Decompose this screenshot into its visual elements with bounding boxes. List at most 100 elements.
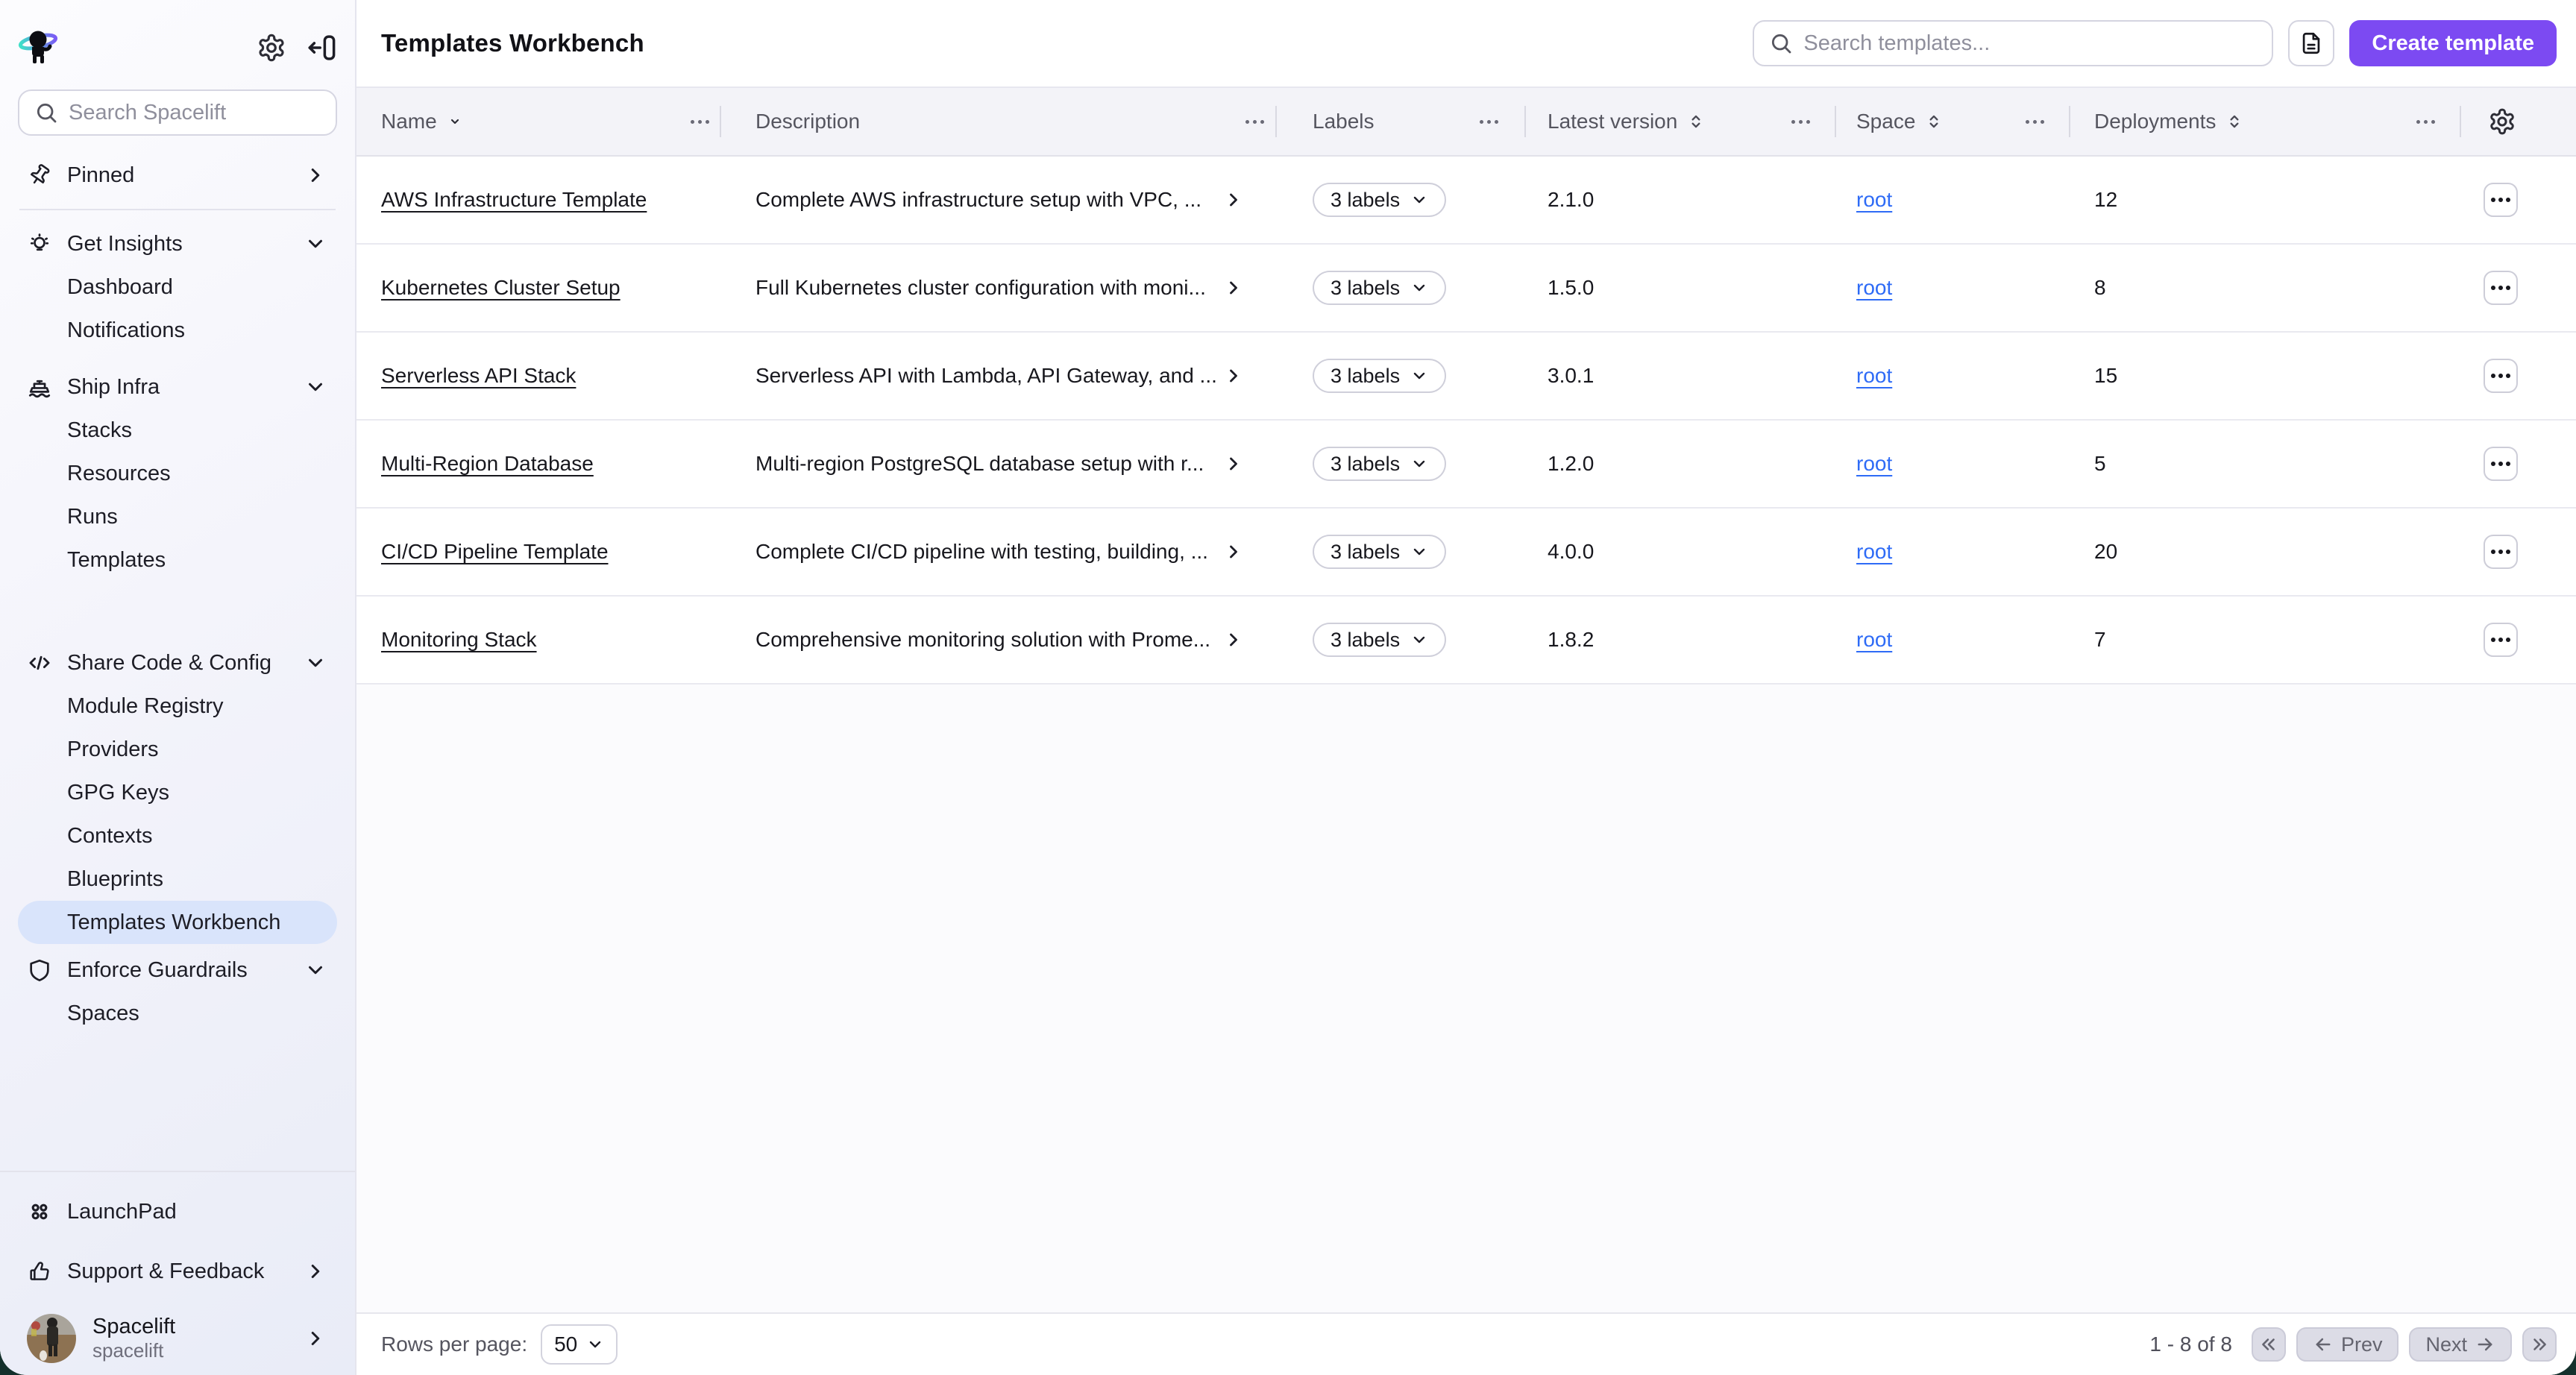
sidebar-section-share-code-config[interactable]: Share Code & Config <box>18 641 337 685</box>
labels-dropdown[interactable]: 3 labels <box>1313 359 1446 393</box>
sidebar-item-module-registry[interactable]: Module Registry <box>18 685 337 728</box>
deployments-count: 8 <box>2094 276 2106 300</box>
deployments-column-menu-icon[interactable] <box>2409 107 2442 136</box>
space-link[interactable]: root <box>1856 540 1892 564</box>
column-divider[interactable] <box>1524 106 1526 137</box>
page-header: Templates Workbench <box>356 0 2576 88</box>
sidebar-section-label: Share Code & Config <box>67 651 271 676</box>
description-column-menu-icon[interactable] <box>1238 107 1271 136</box>
sidebar-item-label: Notifications <box>67 318 185 343</box>
sidebar-item-templates[interactable]: Templates <box>18 538 337 582</box>
row-actions-menu-icon[interactable] <box>2484 271 2518 305</box>
table-empty-area <box>356 685 2576 1312</box>
labels-dropdown[interactable]: 3 labels <box>1313 535 1446 569</box>
pagination-bar: Rows per page: 50 1 - 8 of 8 Prev Next <box>356 1312 2576 1375</box>
collapse-sidebar-icon[interactable] <box>306 32 337 63</box>
sidebar-item-blueprints[interactable]: Blueprints <box>18 858 337 901</box>
sidebar-section-ship-infra[interactable]: Ship Infra <box>18 365 337 409</box>
column-header-labels: Labels <box>1313 88 1375 155</box>
sidebar-item-label: Templates <box>67 548 166 573</box>
row-actions-menu-icon[interactable] <box>2484 623 2518 657</box>
table-row: Multi-Region Database Multi-region Postg… <box>356 421 2576 509</box>
sidebar-item-label: GPG Keys <box>67 781 169 805</box>
next-page-button[interactable]: Next <box>2409 1327 2512 1362</box>
sidebar-search: ⌘K <box>18 89 337 136</box>
space-link[interactable]: root <box>1856 188 1892 212</box>
sidebar-section-enforce-guardrails[interactable]: Enforce Guardrails <box>18 948 337 992</box>
column-divider[interactable] <box>720 106 721 137</box>
name-column-menu-icon[interactable] <box>683 107 716 136</box>
sidebar-item-support-feedback[interactable]: Support & Feedback <box>18 1250 337 1293</box>
column-header-deployments[interactable]: Deployments <box>2094 88 2244 155</box>
rows-per-page-select[interactable]: 50 <box>541 1324 618 1365</box>
pin-icon <box>27 163 52 187</box>
expand-description-icon[interactable] <box>1223 629 1244 650</box>
expand-description-icon[interactable] <box>1223 277 1244 298</box>
sidebar-item-gpg-keys[interactable]: GPG Keys <box>18 771 337 814</box>
column-divider[interactable] <box>2460 106 2461 137</box>
sidebar-search-input[interactable] <box>69 101 350 125</box>
column-divider[interactable] <box>1835 106 1836 137</box>
sidebar-item-stacks[interactable]: Stacks <box>18 409 337 452</box>
space-link[interactable]: root <box>1856 364 1892 388</box>
space-link[interactable]: root <box>1856 628 1892 652</box>
table-row: Kubernetes Cluster Setup Full Kubernetes… <box>356 245 2576 333</box>
sidebar-section-label: Enforce Guardrails <box>67 958 248 983</box>
column-divider[interactable] <box>2069 106 2070 137</box>
template-name-link[interactable]: AWS Infrastructure Template <box>381 188 647 212</box>
space-link[interactable]: root <box>1856 452 1892 476</box>
row-actions-menu-icon[interactable] <box>2484 535 2518 569</box>
settings-gear-icon[interactable] <box>257 33 286 63</box>
templates-search-input[interactable] <box>1803 31 2257 56</box>
spacelift-logo-icon <box>18 29 60 66</box>
latest-version: 3.0.1 <box>1548 364 1594 388</box>
chevron-down-icon <box>304 652 327 674</box>
space-link[interactable]: root <box>1856 276 1892 300</box>
column-divider[interactable] <box>1275 106 1277 137</box>
template-name-link[interactable]: CI/CD Pipeline Template <box>381 540 609 564</box>
row-actions-menu-icon[interactable] <box>2484 447 2518 481</box>
last-page-button[interactable] <box>2522 1327 2557 1362</box>
column-header-space[interactable]: Space <box>1856 88 1944 155</box>
app-window: ⌘K Pinned <box>0 0 2576 1375</box>
sidebar-item-dashboard[interactable]: Dashboard <box>18 265 337 309</box>
documentation-button[interactable] <box>2288 20 2334 66</box>
template-name-link[interactable]: Kubernetes Cluster Setup <box>381 276 621 300</box>
template-name-link[interactable]: Serverless API Stack <box>381 364 576 388</box>
sidebar-item-label: Templates Workbench <box>67 910 280 935</box>
labels-dropdown[interactable]: 3 labels <box>1313 271 1446 305</box>
sidebar-item-pinned[interactable]: Pinned <box>18 154 337 197</box>
table-settings-gear-icon[interactable] <box>2488 107 2516 136</box>
row-actions-menu-icon[interactable] <box>2484 359 2518 393</box>
labels-dropdown[interactable]: 3 labels <box>1313 623 1446 657</box>
labels-column-menu-icon[interactable] <box>1472 107 1505 136</box>
column-header-name[interactable]: Name <box>381 88 464 155</box>
sidebar-item-templates-workbench[interactable]: Templates Workbench <box>18 901 337 944</box>
sidebar-section-get-insights[interactable]: Get Insights <box>18 222 337 265</box>
prev-page-button[interactable]: Prev <box>2296 1327 2399 1362</box>
expand-description-icon[interactable] <box>1223 189 1244 210</box>
expand-description-icon[interactable] <box>1223 365 1244 386</box>
lightbulb-icon <box>27 231 52 257</box>
create-template-button[interactable]: Create template <box>2349 20 2557 66</box>
latest-version-column-menu-icon[interactable] <box>1784 107 1817 136</box>
sidebar-item-spaces[interactable]: Spaces <box>18 992 337 1035</box>
sidebar-item-runs[interactable]: Runs <box>18 495 337 538</box>
row-actions-menu-icon[interactable] <box>2484 183 2518 217</box>
sidebar-item-launchpad[interactable]: LaunchPad <box>18 1190 337 1233</box>
expand-description-icon[interactable] <box>1223 541 1244 562</box>
first-page-button[interactable] <box>2252 1327 2286 1362</box>
column-header-latest-version[interactable]: Latest version <box>1548 88 1706 155</box>
template-name-link[interactable]: Multi-Region Database <box>381 452 594 476</box>
chevron-right-icon <box>304 1327 327 1350</box>
template-name-link[interactable]: Monitoring Stack <box>381 628 537 652</box>
sidebar-item-contexts[interactable]: Contexts <box>18 814 337 858</box>
labels-dropdown[interactable]: 3 labels <box>1313 447 1446 481</box>
labels-dropdown[interactable]: 3 labels <box>1313 183 1446 217</box>
account-menu[interactable]: Spacelift spacelift <box>18 1302 337 1375</box>
sidebar-item-notifications[interactable]: Notifications <box>18 309 337 352</box>
expand-description-icon[interactable] <box>1223 453 1244 474</box>
space-column-menu-icon[interactable] <box>2018 107 2051 136</box>
sidebar-item-providers[interactable]: Providers <box>18 728 337 771</box>
sidebar-item-resources[interactable]: Resources <box>18 452 337 495</box>
